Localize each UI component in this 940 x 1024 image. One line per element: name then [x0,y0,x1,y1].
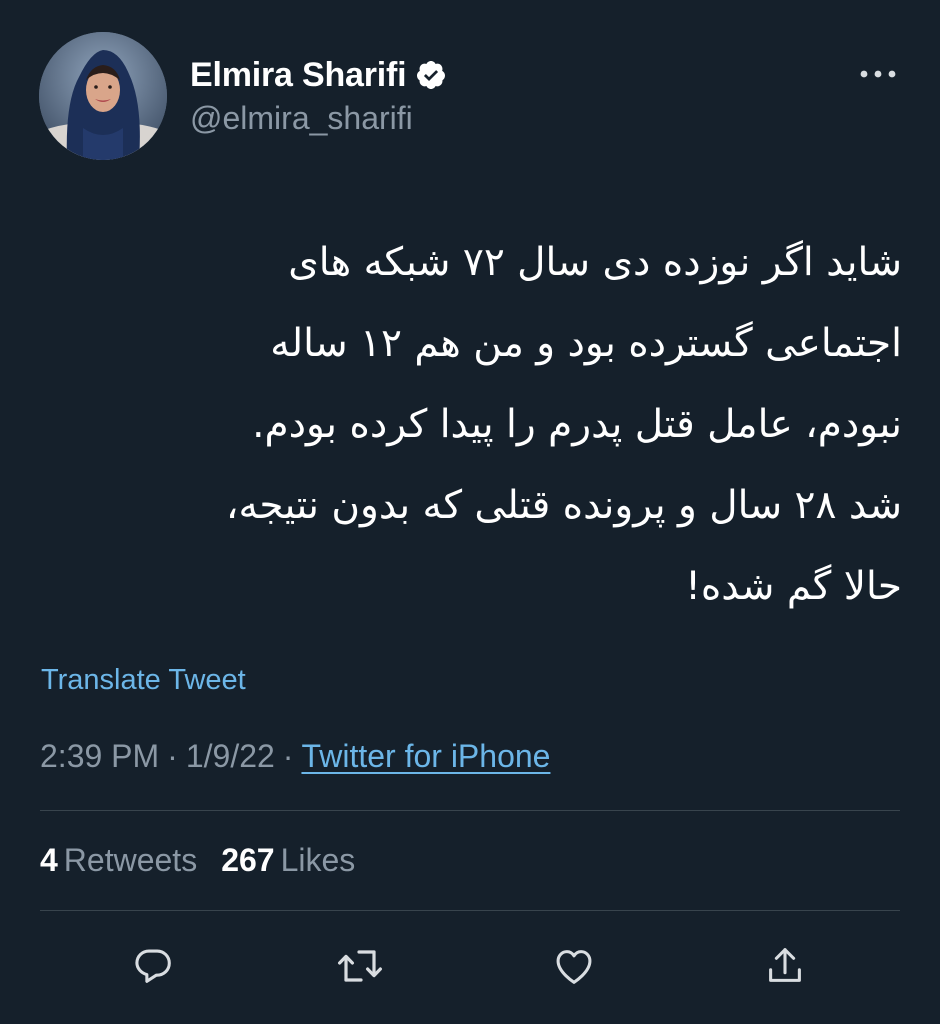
retweets-stat[interactable]: 4 Retweets [40,842,197,879]
divider [40,910,900,911]
retweet-button[interactable] [332,938,388,994]
author-name-row[interactable]: Elmira Sharifi [190,54,447,96]
likes-stat[interactable]: 267 Likes [221,842,355,879]
reply-button[interactable] [125,938,181,994]
tweet-text-line: شاید اگر نوزده دی سال ۷۲ شبکه های [288,240,902,285]
tweet-metadata: 2:39 PM · 1/9/22 · Twitter for iPhone [40,738,550,775]
heart-icon [556,950,592,984]
likes-label: Likes [280,842,356,878]
profile-photo-icon [39,32,167,160]
retweet-icon [338,950,382,982]
action-bar [0,938,940,994]
tweet-text-line: اجتماعی گسترده بود و من هم ۱۲ ساله [270,321,902,366]
engagement-stats: 4 Retweets 267 Likes [40,842,355,879]
likes-count: 267 [221,842,275,878]
tweet-time[interactable]: 2:39 PM [40,738,159,774]
meta-separator: · [167,738,178,774]
more-options-button[interactable] [854,56,902,92]
verified-badge-icon [415,59,447,91]
retweets-count: 4 [40,842,58,878]
tweet-text-line: شد ۲۸ سال و پرونده قتلی که بدون نتیجه، [225,483,902,528]
avatar[interactable] [39,32,167,160]
tweet-text-line: حالا گم شده! [685,564,902,609]
tweet-source-link[interactable]: Twitter for iPhone [301,738,550,774]
share-icon [769,948,801,982]
like-button[interactable] [546,938,602,994]
display-name[interactable]: Elmira Sharifi [190,56,407,95]
reply-icon [135,949,171,983]
tweet-text-line: نبودم، عامل قتل پدرم را پیدا کرده بودم. [252,402,902,447]
share-button[interactable] [757,938,813,994]
meta-separator: · [282,738,294,774]
retweets-label: Retweets [63,842,198,878]
tweet-detail: Elmira Sharifi @elmira_sharifi شاید اگر … [0,0,940,1024]
more-horizontal-icon [860,70,896,78]
tweet-text: شاید اگر نوزده دی سال ۷۲ شبکه های اجتماع… [40,222,902,627]
translate-tweet-link[interactable]: Translate Tweet [41,664,246,697]
author-handle[interactable]: @elmira_sharifi [190,100,413,137]
divider [40,810,900,811]
tweet-date[interactable]: 1/9/22 [186,738,275,774]
